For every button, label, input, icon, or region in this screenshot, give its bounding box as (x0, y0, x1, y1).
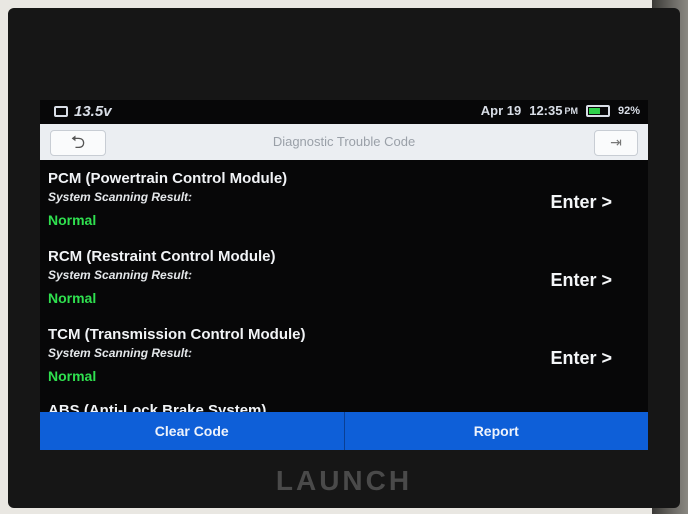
status-bar: 13.5v Apr 19 12:35 PM 92% (40, 100, 648, 122)
action-bar: Clear Code Report (40, 412, 648, 450)
module-name: RCM (Restraint Control Module) (48, 248, 276, 265)
status-date: Apr 19 (480, 103, 522, 118)
battery-icon (585, 104, 610, 117)
clear-code-button[interactable]: Clear Code (40, 412, 344, 450)
tablet-screen: 13.5v Apr 19 12:35 PM 92% ⮌ Diagnostic T… (40, 100, 648, 450)
battery-percent: 92% (617, 104, 640, 117)
status-ampm: PM (564, 105, 578, 116)
enter-button[interactable]: Enter > (550, 192, 612, 213)
page-title: Diagnostic Trouble Code (272, 134, 416, 149)
status-normal: Normal (48, 290, 97, 306)
status-time: 12:35 (529, 103, 563, 118)
report-button[interactable]: Report (343, 412, 648, 450)
exit-icon: ⇥ (610, 134, 622, 150)
module-item-pcm[interactable]: PCM (Powertrain Control Module) System S… (40, 166, 648, 244)
exit-button[interactable]: ⇥ (594, 130, 638, 156)
voltage-readout: 13.5v (74, 103, 112, 120)
module-name: TCM (Transmission Control Module) (48, 326, 306, 343)
gallery-icon (54, 106, 68, 117)
back-button[interactable]: ⮌ (50, 130, 106, 156)
back-arrow-icon: ⮌ (70, 132, 86, 152)
launch-brand-logo: LAUNCH (275, 465, 413, 496)
status-normal: Normal (48, 368, 97, 384)
module-name: PCM (Powertrain Control Module) (48, 170, 288, 187)
enter-button[interactable]: Enter > (550, 270, 612, 291)
module-item-rcm[interactable]: RCM (Restraint Control Module) System Sc… (40, 244, 648, 322)
status-normal: Normal (48, 212, 97, 228)
enter-button[interactable]: Enter > (550, 348, 612, 369)
scan-result-label: System Scanning Result: (48, 346, 193, 360)
module-item-tcm[interactable]: TCM (Transmission Control Module) System… (40, 322, 648, 400)
title-bar: ⮌ Diagnostic Trouble Code ⇥ (40, 124, 648, 160)
module-list: PCM (Powertrain Control Module) System S… (40, 166, 648, 450)
scan-result-label: System Scanning Result: (48, 190, 193, 204)
scan-result-label: System Scanning Result: (48, 268, 193, 282)
